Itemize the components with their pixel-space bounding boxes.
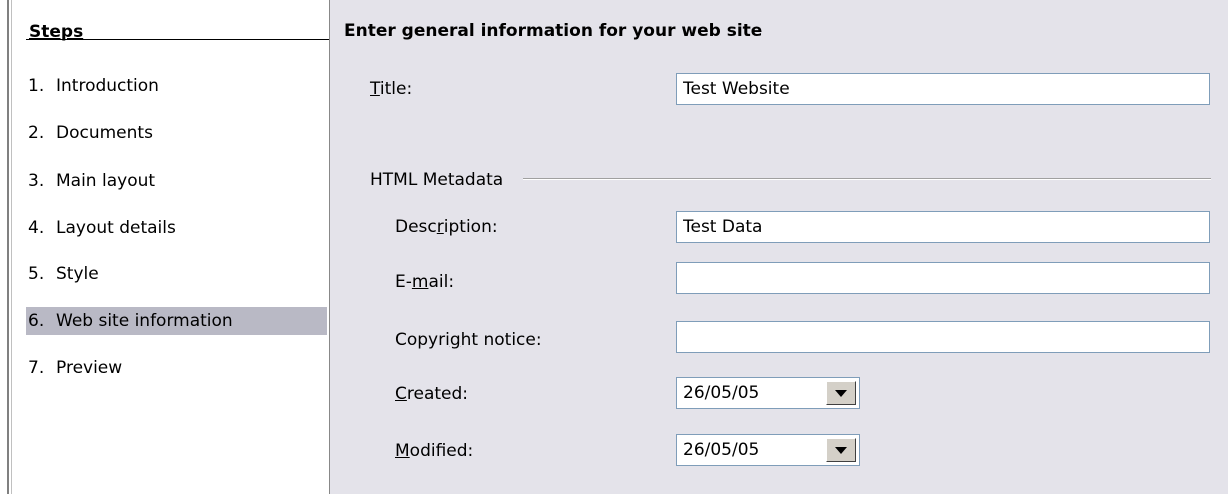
title-label-text: itle: — [379, 79, 413, 99]
description-input[interactable] — [676, 211, 1210, 243]
copyright-label-accesskey: g — [449, 330, 461, 350]
created-label-text: reated: — [406, 384, 469, 404]
copyright-label-text: Copyri — [395, 330, 450, 350]
title-label-accesskey: T — [370, 79, 380, 99]
modified-label-accesskey: M — [395, 441, 410, 461]
step-main-layout[interactable]: 3. Main layout — [26, 167, 327, 195]
title-label: Title: — [370, 79, 412, 99]
copyright-input[interactable] — [676, 321, 1210, 353]
email-label-text: E- — [395, 272, 412, 292]
step-label: Web site information — [56, 311, 233, 331]
description-label-text: iption: — [443, 217, 498, 237]
step-label: Preview — [56, 358, 123, 378]
page-title: Enter general information for your web s… — [344, 21, 763, 41]
modified-label-text: odified: — [409, 441, 474, 461]
modified-date-field[interactable]: 26/05/05 — [676, 434, 860, 466]
step-documents[interactable]: 2. Documents — [26, 119, 327, 147]
step-label: Layout details — [56, 218, 176, 238]
chevron-down-icon — [835, 389, 847, 397]
email-label-accesskey: m — [411, 272, 429, 292]
step-web-site-information[interactable]: 6. Web site information — [26, 307, 327, 335]
modified-dropdown-button[interactable] — [826, 438, 856, 462]
created-dropdown-button[interactable] — [826, 381, 856, 405]
step-label: Documents — [56, 123, 153, 143]
description-label: Description: — [395, 217, 498, 237]
step-style[interactable]: 5. Style — [26, 260, 327, 288]
step-number: 5. — [28, 264, 45, 284]
step-introduction[interactable]: 1. Introduction — [26, 72, 327, 100]
step-number: 7. — [28, 358, 45, 378]
chevron-down-icon — [835, 446, 847, 454]
step-number: 2. — [28, 123, 45, 143]
step-number: 4. — [28, 218, 45, 238]
created-label-accesskey: C — [395, 384, 407, 404]
description-label-text: Desc — [395, 217, 437, 237]
created-date-field[interactable]: 26/05/05 — [676, 377, 860, 409]
step-label: Introduction — [56, 76, 159, 96]
step-number: 6. — [28, 311, 45, 331]
step-label: Style — [56, 264, 99, 284]
email-input[interactable] — [676, 262, 1210, 294]
title-input[interactable] — [676, 73, 1210, 105]
email-label-text: ail: — [428, 272, 455, 292]
modified-label: Modified: — [395, 441, 473, 461]
created-label: Created: — [395, 384, 468, 404]
group-separator-highlight — [523, 179, 1211, 180]
email-label: E-mail: — [395, 272, 454, 292]
modified-date-value: 26/05/05 — [683, 440, 760, 460]
step-number: 1. — [28, 76, 45, 96]
steps-panel: Steps 1. Introduction 2. Documents 3. Main … — [12, 0, 339, 494]
steps-header-divider — [26, 39, 339, 40]
created-date-value: 26/05/05 — [683, 383, 760, 403]
step-number: 3. — [28, 171, 45, 191]
html-metadata-group-label: HTML Metadata — [370, 170, 504, 190]
window-frame — [0, 0, 7, 494]
copyright-label-text: ht notice: — [460, 330, 542, 350]
step-layout-details[interactable]: 4. Layout details — [26, 214, 327, 242]
copyright-label: Copyright notice: — [395, 330, 542, 350]
window-frame-edge — [7, 0, 9, 494]
description-label-accesskey: r — [436, 217, 444, 237]
step-label: Main layout — [56, 171, 156, 191]
step-preview[interactable]: 7. Preview — [26, 354, 327, 382]
main-panel: Enter general information for your web s… — [330, 0, 1228, 494]
